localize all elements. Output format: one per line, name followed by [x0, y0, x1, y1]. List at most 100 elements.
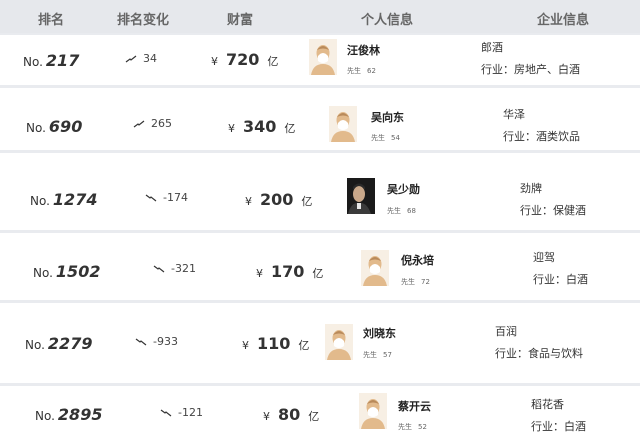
wealth-value: 200 — [260, 190, 294, 209]
wealth-value: 110 — [257, 334, 291, 353]
wealth-unit: 亿 — [308, 410, 320, 423]
table-row: No. 690 265 ¥340 亿 吴向东 先生 54 华泽 行业：酒类饮品 — [0, 88, 640, 150]
currency-symbol: ¥ — [228, 122, 235, 135]
person-meta: 先生 57 — [363, 350, 392, 360]
wealth-cell: ¥720 亿 — [211, 50, 278, 69]
company-name: 百润 — [495, 325, 517, 338]
wealth-unit: 亿 — [312, 267, 324, 280]
trend-down-icon — [145, 194, 157, 202]
person-name: 蔡开云 — [398, 400, 431, 413]
currency-symbol: ¥ — [245, 195, 252, 208]
avatar-placeholder-icon — [359, 393, 387, 429]
person-name: 汪俊林 — [347, 44, 380, 57]
avatar-placeholder-icon — [361, 250, 389, 286]
rank-prefix: No. — [26, 121, 46, 135]
trend-down-icon — [153, 265, 165, 273]
currency-symbol: ¥ — [263, 410, 270, 423]
person-meta: 先生 68 — [387, 206, 416, 216]
table-row: No. 1274 -174 ¥200 亿 吴少勋先生 68 劲牌行业：保健酒 — [0, 153, 640, 230]
rank-prefix: No. — [23, 55, 43, 69]
rank-change-value: 34 — [143, 52, 157, 65]
wealth-cell: ¥170 亿 — [256, 262, 323, 281]
wealth-cell: ¥80 亿 — [263, 405, 319, 424]
rank-number: 217 — [45, 51, 80, 70]
rank-change-cell: -174 — [145, 191, 188, 204]
person-gender: 先生 — [347, 67, 361, 75]
rank-cell: No. 1502 — [33, 262, 100, 281]
avatar-placeholder-icon — [309, 39, 337, 75]
header-wealth: 财富 — [227, 13, 254, 28]
rank-number: 1502 — [55, 262, 101, 281]
person-meta: 先生 52 — [398, 422, 427, 432]
header-rank: 排名 — [38, 13, 65, 28]
rank-change-value: -174 — [163, 191, 188, 204]
wealth-cell: ¥200 亿 — [245, 190, 312, 209]
rank-prefix: No. — [33, 266, 53, 280]
wealth-value: 80 — [278, 405, 301, 424]
person-gender: 先生 — [401, 278, 415, 286]
person-age: 57 — [383, 351, 392, 359]
wealth-unit: 亿 — [301, 195, 313, 208]
avatar-photo — [347, 178, 375, 214]
rank-change-cell: -933 — [135, 335, 178, 348]
wealth-value: 720 — [226, 50, 260, 69]
person-name: 刘晓东 — [363, 327, 396, 340]
rank-prefix: No. — [35, 409, 55, 423]
person-gender: 先生 — [363, 351, 377, 359]
trend-down-icon — [160, 409, 172, 417]
wealth-value: 340 — [243, 117, 277, 136]
wealth-unit: 亿 — [267, 55, 279, 68]
table-row: No. 2279 -933 ¥110 亿 刘晓东先生 57 百润行业：食品与饮料 — [0, 303, 640, 383]
person-meta: 先生 72 — [401, 277, 430, 287]
rank-number: 2279 — [47, 334, 93, 353]
company-industry: 行业：保健酒 — [520, 204, 586, 217]
rank-cell: No. 217 — [23, 51, 79, 70]
rank-cell: No. 690 — [26, 117, 82, 136]
company-industry: 行业：酒类饮品 — [503, 130, 580, 143]
rank-prefix: No. — [30, 194, 50, 208]
avatar-placeholder-icon — [325, 324, 353, 360]
rank-change-value: 265 — [151, 117, 172, 130]
rank-change-cell: 34 — [125, 52, 157, 65]
rank-change-value: -121 — [178, 406, 203, 419]
company-industry: 行业：食品与饮料 — [495, 347, 583, 360]
header-company-info: 企业信息 — [537, 13, 590, 28]
header-personal-info: 个人信息 — [361, 13, 414, 28]
header-rank-change: 排名变化 — [117, 13, 170, 28]
currency-symbol: ¥ — [211, 55, 218, 68]
table-row: No. 1502 -321 ¥170 亿 倪永培 先生 72 迎驾 行业：白酒 — [0, 233, 640, 300]
company-industry: 行业：房地产、白酒 — [481, 63, 580, 76]
person-gender: 先生 — [398, 423, 412, 431]
person-gender: 先生 — [371, 134, 385, 142]
rank-change-cell: -321 — [153, 262, 196, 275]
table-header: 排名 排名变化 财富 个人信息 企业信息 — [0, 0, 640, 33]
person-meta: 先生 54 — [371, 133, 400, 143]
table-row: No. 217 34 ¥720 亿 汪俊林 先生 62 郎酒 行业：房地产、白酒 — [0, 35, 640, 85]
rank-cell: No. 1274 — [30, 190, 97, 209]
table-row: No. 2895 -121 ¥80 亿 蔡开云 先生 52 稻花香 行业：白酒 — [0, 386, 640, 441]
company-name: 劲牌 — [520, 182, 542, 195]
wealth-value: 170 — [271, 262, 305, 281]
wealth-unit: 亿 — [298, 339, 310, 352]
person-meta: 先生 62 — [347, 66, 376, 76]
currency-symbol: ¥ — [256, 267, 263, 280]
avatar-placeholder-icon — [329, 106, 357, 142]
company-industry: 行业：白酒 — [533, 273, 588, 286]
person-name: 吴少勋 — [387, 183, 420, 196]
person-gender: 先生 — [387, 207, 401, 215]
person-age: 54 — [391, 134, 400, 142]
rank-number: 1274 — [52, 190, 98, 209]
person-age: 62 — [367, 67, 376, 75]
rank-cell: No. 2895 — [35, 405, 102, 424]
wealth-cell: ¥110 亿 — [242, 334, 309, 353]
rank-number: 2895 — [57, 405, 103, 424]
rank-prefix: No. — [25, 338, 45, 352]
currency-symbol: ¥ — [242, 339, 249, 352]
rank-change-value: -933 — [153, 335, 178, 348]
wealth-cell: ¥340 亿 — [228, 117, 295, 136]
wealth-unit: 亿 — [284, 122, 296, 135]
person-age: 72 — [421, 278, 430, 286]
rank-change-cell: 265 — [133, 117, 172, 130]
rank-number: 690 — [48, 117, 83, 136]
rank-change-cell: -121 — [160, 406, 203, 419]
